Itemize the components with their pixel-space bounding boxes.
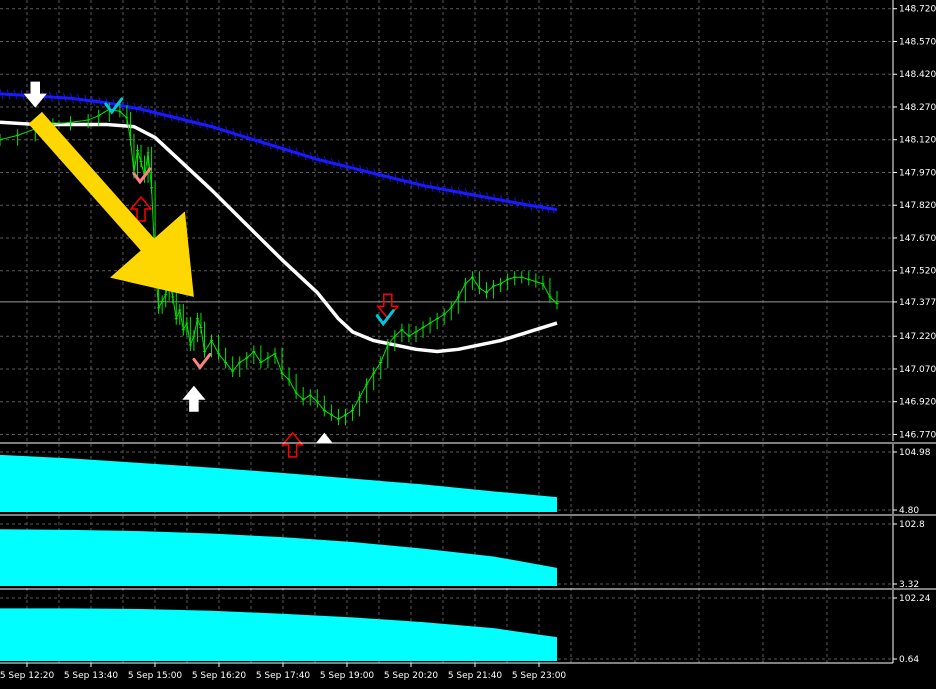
x-tick-label: 5 Sep 20:20 bbox=[384, 671, 439, 681]
x-tick-label: 5 Sep 12:20 bbox=[0, 671, 54, 681]
y-tick-label: 148.120 bbox=[899, 136, 936, 146]
x-tick-label: 5 Sep 21:40 bbox=[448, 671, 503, 681]
y-tick-label: 148.720 bbox=[899, 5, 936, 15]
indicator-y-tick-label: 4.80 bbox=[899, 506, 919, 516]
x-tick-label: 5 Sep 13:40 bbox=[64, 671, 119, 681]
y-tick-label: 147.520 bbox=[899, 267, 936, 277]
y-tick-label: 146.920 bbox=[899, 398, 936, 408]
x-tick-label: 5 Sep 15:00 bbox=[128, 671, 183, 681]
indicator-y-tick-label: 3.32 bbox=[899, 580, 919, 590]
indicator-y-tick-label: 0.64 bbox=[899, 655, 919, 665]
y-tick-label: 148.420 bbox=[899, 70, 936, 80]
x-tick-label: 5 Sep 19:00 bbox=[320, 671, 375, 681]
y-tick-label: 147.820 bbox=[899, 201, 936, 211]
y-tick-label: 147.670 bbox=[899, 234, 936, 244]
y-tick-label: 146.770 bbox=[899, 430, 936, 440]
y-tick-label: 147.070 bbox=[899, 365, 936, 375]
current-price-label: 147.377 bbox=[899, 298, 936, 308]
indicator-y-tick-label: 102.24 bbox=[899, 594, 931, 604]
y-tick-label: 148.570 bbox=[899, 37, 936, 47]
indicator-y-tick-label: 104.98 bbox=[899, 448, 931, 458]
trading-chart[interactable]: 148.720 148.570 148.420 148.270 148.120 147.9… bbox=[0, 0, 936, 689]
x-tick-label: 5 Sep 17:40 bbox=[256, 671, 311, 681]
y-tick-label: 148.270 bbox=[899, 103, 936, 113]
x-tick-label: 5 Sep 23:00 bbox=[512, 671, 567, 681]
indicator-y-tick-label: 102.8 bbox=[899, 520, 925, 530]
y-tick-label: 147.220 bbox=[899, 332, 936, 342]
x-tick-label: 5 Sep 16:20 bbox=[192, 671, 247, 681]
y-tick-label: 147.970 bbox=[899, 168, 936, 178]
